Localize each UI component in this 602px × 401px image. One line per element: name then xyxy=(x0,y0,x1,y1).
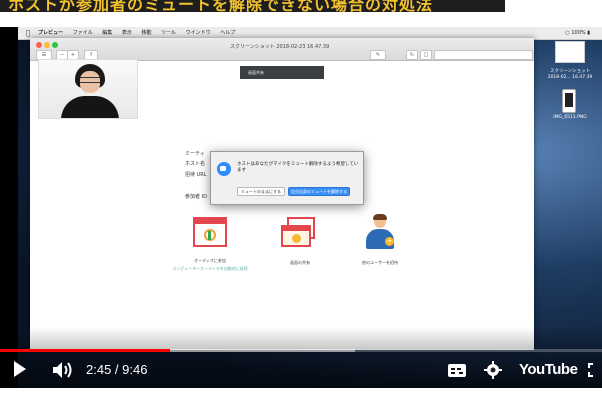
desktop-screenshot-file-icon[interactable] xyxy=(555,41,585,63)
video-title: ホストが参加者のミュートを解除できない場合の対処法 xyxy=(8,0,434,12)
menu-edit[interactable]: 編集 xyxy=(102,30,112,36)
share-screen-icon[interactable] xyxy=(281,217,317,249)
menu-file[interactable]: ファイル xyxy=(73,30,93,36)
share-screen-label[interactable]: 画面の共有 xyxy=(265,260,335,266)
join-audio-label[interactable]: オーディオに参加 xyxy=(175,258,245,264)
invite-others-icon[interactable]: + xyxy=(364,214,396,251)
progress-played xyxy=(0,349,170,352)
dialog-message: ホストはあなたがマイクをミュート解除するよう希望しています xyxy=(237,162,359,173)
invite-others-label[interactable]: 他のユーザーを招待 xyxy=(345,260,415,266)
menu-view[interactable]: 表示 xyxy=(122,30,132,36)
minimize-window-button[interactable] xyxy=(44,42,50,48)
settings-gear-icon[interactable] xyxy=(484,361,502,379)
menu-window[interactable]: ウインドウ xyxy=(186,30,211,36)
presenter-glasses xyxy=(80,77,100,83)
screen-share-tooltip: 画面共有 xyxy=(240,66,324,79)
invite-icon-hair xyxy=(373,214,387,220)
menu-go[interactable]: 移動 xyxy=(141,30,151,36)
invite-url-label: 招待 URL xyxy=(185,172,207,178)
unmute-myself-button[interactable]: 自分自身のミュートを解除する xyxy=(288,187,350,196)
time-display: 2:45 / 9:46 xyxy=(86,362,148,377)
window-titlebar: スクリーンショット 2018-02-23 16.47.39 ☰ − + ↑ ✎ … xyxy=(30,38,534,61)
menu-help[interactable]: ヘルプ xyxy=(220,30,235,36)
annotate-icon[interactable]: □ xyxy=(420,50,432,60)
close-window-button[interactable] xyxy=(36,42,42,48)
auto-connect-audio-label[interactable]: コンピューターオーディオを自動的に接続 xyxy=(165,266,255,272)
share-icon-sun xyxy=(292,234,301,243)
audio-icon-arrow xyxy=(208,231,211,240)
share-icon-band xyxy=(283,227,309,231)
volume-icon[interactable] xyxy=(52,361,74,379)
zoom-camera-icon xyxy=(217,162,231,176)
stay-muted-button[interactable]: ミュートのままにする xyxy=(237,187,285,196)
youtube-logo[interactable]: YouTube xyxy=(519,361,578,378)
progress-bar[interactable] xyxy=(0,349,602,352)
menu-preview[interactable]: プレビュー xyxy=(38,30,63,36)
meeting-label: ミーティ xyxy=(185,151,205,157)
subtitles-icon[interactable] xyxy=(448,364,466,377)
presenter-webcam xyxy=(38,59,138,119)
join-audio-icon[interactable] xyxy=(193,217,227,247)
fullscreen-icon[interactable] xyxy=(588,363,600,377)
player-controls-gradient xyxy=(0,327,602,388)
wifi-icon[interactable]: ○ xyxy=(565,30,569,36)
desktop-image-file-label: IMG_6511.PNG xyxy=(553,115,587,120)
search-input[interactable] xyxy=(434,50,533,60)
video-title-banner: ホストが参加者のミュートを解除できない場合の対処法 xyxy=(0,0,505,12)
menubar-status: ○ 100% ▮ xyxy=(565,27,590,39)
audio-icon-band xyxy=(195,219,225,224)
battery-percent: 100% xyxy=(571,30,586,36)
rotate-icon[interactable]: ↻ xyxy=(406,50,418,60)
share-icon-front-window xyxy=(281,225,311,247)
participant-id-label: 参加者 ID xyxy=(185,194,207,200)
invite-icon-plus: + xyxy=(385,237,394,246)
play-icon[interactable] xyxy=(14,361,26,377)
maximize-window-button[interactable] xyxy=(52,42,58,48)
markup-icon[interactable]: ✎ xyxy=(370,50,386,60)
host-name-label: ホスト名 xyxy=(185,161,206,167)
document-title: スクリーンショット 2018-02-23 16.47.39 xyxy=(230,44,330,50)
desktop-image-file-icon[interactable] xyxy=(562,89,576,113)
menu-tools[interactable]: ツール xyxy=(161,30,176,36)
battery-icon[interactable]: ▮ xyxy=(587,30,590,36)
desktop-screenshot-label: スクリーンショット 2018-02... 16.47.39 xyxy=(547,69,593,80)
unmute-request-dialog: ホストはあなたがマイクをミュート解除するよう希望しています ミュートのままにする… xyxy=(210,151,364,205)
